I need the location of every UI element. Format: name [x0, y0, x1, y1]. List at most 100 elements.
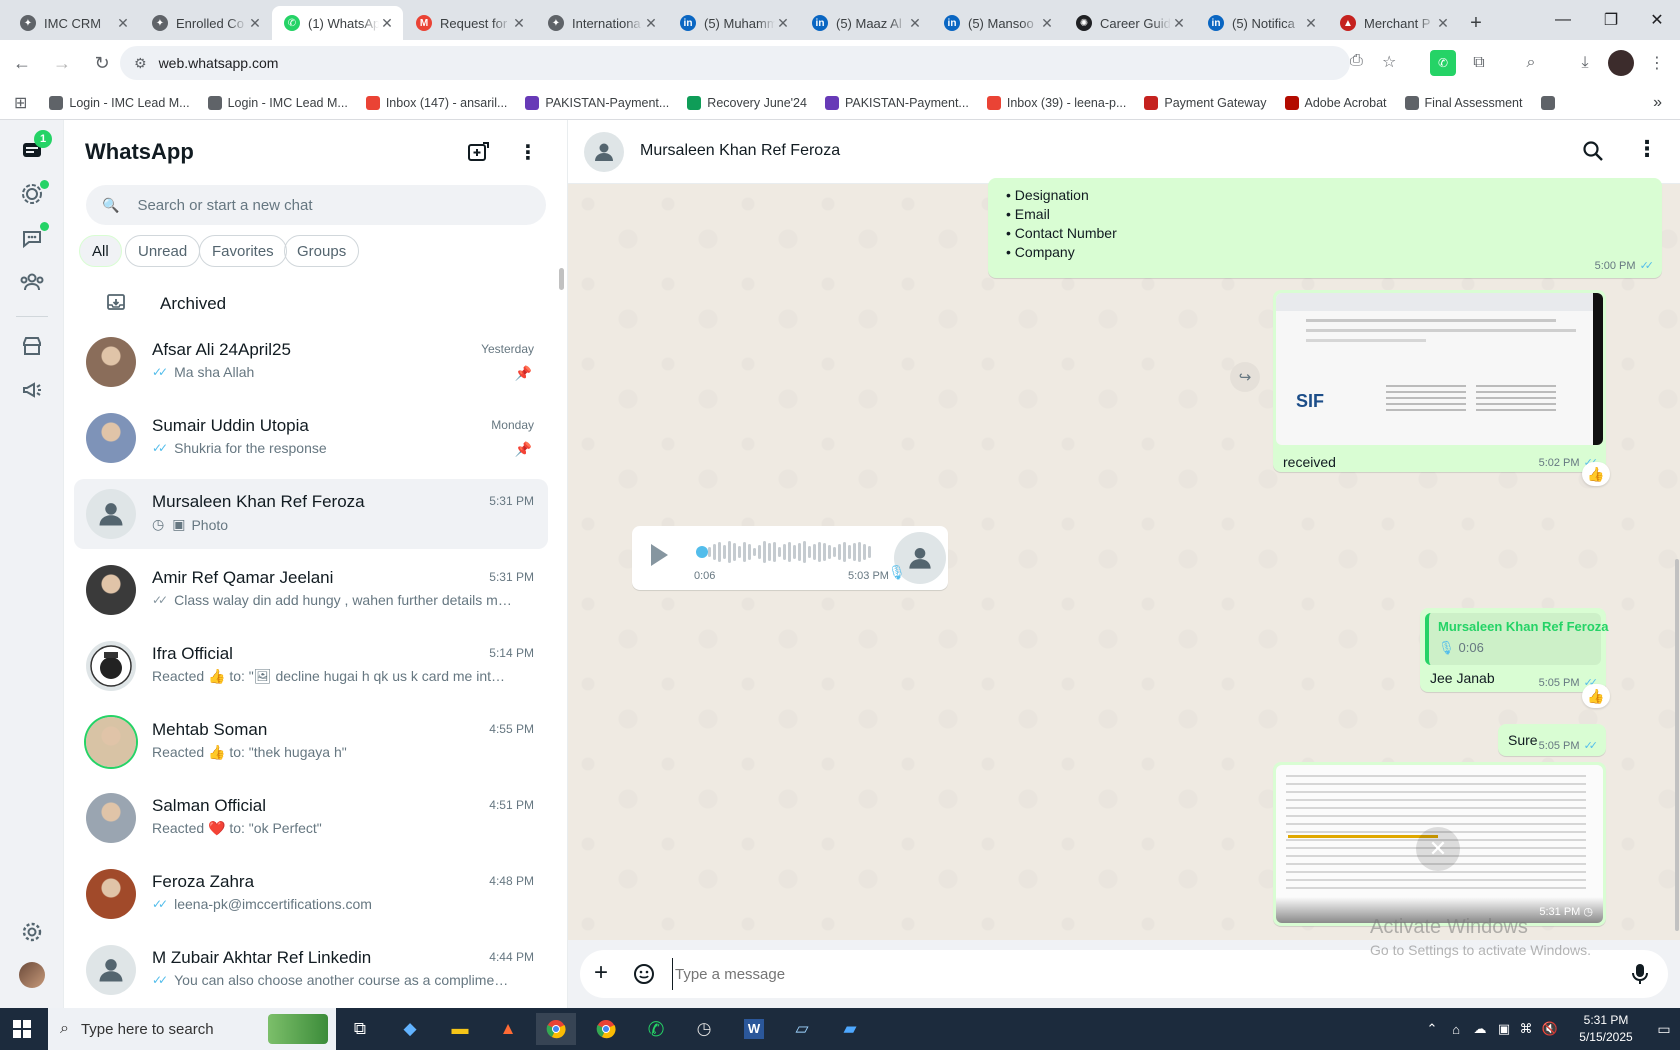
- search-in-chat-icon[interactable]: [1582, 140, 1606, 164]
- close-tab-icon[interactable]: ✕: [1039, 15, 1055, 32]
- copilot-icon[interactable]: ◆: [390, 1013, 430, 1045]
- profile-avatar[interactable]: [1608, 50, 1634, 76]
- business-tools-icon[interactable]: [18, 332, 46, 360]
- sidebar-menu-icon[interactable]: ⋮: [518, 140, 538, 166]
- chat-avatar[interactable]: [86, 565, 136, 615]
- reload-icon[interactable]: ↻: [84, 45, 120, 81]
- browser-tab[interactable]: M Request for ✕: [404, 6, 535, 40]
- file-explorer-icon[interactable]: ▬: [440, 1013, 480, 1045]
- task-view-icon[interactable]: ⧉: [340, 1013, 380, 1045]
- advertise-icon[interactable]: [18, 376, 46, 404]
- conversation-header[interactable]: Mursaleen Khan Ref Feroza ⋮: [568, 120, 1680, 184]
- chat-avatar[interactable]: [86, 413, 136, 463]
- voice-record-icon[interactable]: [1630, 962, 1650, 989]
- chat-list-item[interactable]: Mehtab Soman 4:55 PM Reacted 👍 to: "thek h…: [74, 707, 548, 777]
- chrome-icon-active[interactable]: [536, 1013, 576, 1045]
- minimize-icon[interactable]: —: [1540, 0, 1586, 40]
- bookmark-item[interactable]: Login - IMC Lead M...: [49, 95, 190, 110]
- cancel-upload-icon[interactable]: ✕: [1416, 827, 1460, 871]
- play-icon[interactable]: [648, 542, 672, 570]
- message-bubble-voice[interactable]: 0:06 5:03 PM 🎙: [632, 526, 948, 590]
- message-bubble-image[interactable]: SIF received 5:02 PM✓✓: [1273, 290, 1606, 472]
- bookmark-item[interactable]: Payment Gateway: [1144, 95, 1267, 110]
- bookmark-star-icon[interactable]: ☆: [1382, 52, 1396, 72]
- contact-name[interactable]: Mursaleen Khan Ref Feroza: [640, 142, 840, 160]
- bookmark-item[interactable]: Inbox (147) - ansaril...: [365, 95, 507, 110]
- image-thumbnail[interactable]: ✕ 5:31 PM ◷: [1276, 765, 1603, 923]
- chat-avatar[interactable]: [86, 641, 136, 691]
- reaction-badge[interactable]: 👍: [1582, 462, 1610, 486]
- filter-chip-unread[interactable]: Unread: [125, 235, 201, 267]
- browser-tab[interactable]: in (5) Muhamm ✕: [668, 6, 799, 40]
- browser-menu-icon[interactable]: ⋮: [1644, 50, 1670, 76]
- chat-list-item[interactable]: Salman Official 4:51 PM Reacted ❤️ to: "ok…: [74, 783, 548, 853]
- chat-avatar[interactable]: [86, 489, 136, 539]
- browser-tab[interactable]: ✦ IMC CRM ✕: [8, 6, 139, 40]
- bookmark-item[interactable]: Recovery June'24: [687, 95, 807, 110]
- bookmark-item[interactable]: PAKISTAN-Payment...: [525, 95, 669, 110]
- chat-list-item[interactable]: Mursaleen Khan Ref Feroza 5:31 PM ◷ ▣ Photo: [74, 479, 548, 549]
- close-tab-icon[interactable]: ✕: [1303, 15, 1319, 32]
- quoted-message[interactable]: Mursaleen Khan Ref Feroza 🎙 0:06: [1425, 613, 1609, 665]
- close-tab-icon[interactable]: ✕: [247, 15, 263, 32]
- close-tab-icon[interactable]: ✕: [775, 15, 791, 32]
- restore-icon[interactable]: ❐: [1588, 0, 1634, 40]
- chat-avatar[interactable]: [86, 869, 136, 919]
- filter-chip-favorites[interactable]: Favorites: [199, 235, 287, 267]
- bookmarks-overflow-icon[interactable]: »: [1653, 94, 1662, 112]
- message-bubble-list[interactable]: • Designation • Email • Contact Number • Co…: [988, 178, 1662, 278]
- new-tab-button[interactable]: +: [1460, 6, 1492, 40]
- install-app-icon[interactable]: ⎙: [1350, 52, 1363, 70]
- extensions-puzzle-icon[interactable]: ⧉: [1466, 50, 1492, 76]
- close-tab-icon[interactable]: ✕: [643, 15, 659, 32]
- chat-list-item[interactable]: Amir Ref Qamar Jeelani 5:31 PM ✓✓ Class wal…: [74, 555, 548, 625]
- browser-tab[interactable]: ✦ Internationa ✕: [536, 6, 667, 40]
- windows-start-icon[interactable]: [2, 1013, 42, 1045]
- bookmark-item[interactable]: Adobe Acrobat: [1284, 95, 1387, 110]
- app-icon-clock[interactable]: ◷: [684, 1013, 724, 1045]
- whatsapp-taskbar-icon[interactable]: ✆: [636, 1013, 676, 1045]
- apps-grid-icon[interactable]: ⊞: [14, 93, 27, 113]
- forward-icon[interactable]: →: [44, 45, 80, 81]
- chat-search-input[interactable]: 🔍 Search or start a new chat: [86, 185, 546, 225]
- close-tab-icon[interactable]: ✕: [1171, 15, 1187, 32]
- browser-tab[interactable]: in (5) Maaz Al ✕: [800, 6, 931, 40]
- chat-avatar[interactable]: [86, 717, 136, 767]
- chrome-icon[interactable]: [586, 1013, 626, 1045]
- app-icon-orange[interactable]: ▲: [488, 1013, 528, 1045]
- messages-scrollbar[interactable]: [1675, 559, 1679, 931]
- browser-tab[interactable]: in (5) Mansoo ✕: [932, 6, 1063, 40]
- app-icon-blue[interactable]: ▰: [830, 1013, 870, 1045]
- taskbar-clock[interactable]: 5:31 PM 5/15/2025: [1568, 1012, 1644, 1046]
- whatsapp-extension-icon[interactable]: ✆: [1430, 50, 1456, 76]
- browser-tab[interactable]: ✆ (1) WhatsApp✕: [272, 6, 403, 40]
- taskbar-search-box[interactable]: ⌕ Type here to search: [48, 1008, 336, 1050]
- chat-avatar[interactable]: [86, 337, 136, 387]
- reaction-badge[interactable]: 👍: [1582, 684, 1610, 708]
- close-window-icon[interactable]: ✕: [1634, 0, 1680, 40]
- downloads-icon[interactable]: ⤓: [1572, 50, 1598, 76]
- new-chat-icon[interactable]: [466, 140, 492, 166]
- browser-tab[interactable]: in (5) Notifica ✕: [1196, 6, 1327, 40]
- volume-muted-icon[interactable]: 🔇: [1530, 1013, 1570, 1045]
- bookmark-item[interactable]: Final Assessment: [1404, 95, 1523, 110]
- chat-menu-icon[interactable]: ⋮: [1636, 136, 1658, 162]
- message-bubble-text[interactable]: Sure 5:05 PM ✓✓: [1498, 724, 1606, 756]
- chat-list-scrollbar[interactable]: [559, 268, 564, 290]
- voice-progress-knob[interactable]: [696, 546, 708, 558]
- close-tab-icon[interactable]: ✕: [1435, 15, 1451, 32]
- voice-waveform[interactable]: [708, 540, 878, 564]
- chat-list-item[interactable]: Ifra Official 5:14 PM Reacted 👍 to: "🖼 dec…: [74, 631, 548, 701]
- chat-list-item[interactable]: M Zubair Akhtar Ref Linkedin 4:44 PM ✓✓ You…: [74, 935, 548, 1005]
- browser-tab[interactable]: ✺ Career Guid ✕: [1064, 6, 1195, 40]
- close-tab-icon[interactable]: ✕: [115, 15, 131, 32]
- close-tab-icon[interactable]: ✕: [511, 15, 527, 32]
- forward-icon[interactable]: ↪: [1230, 362, 1260, 392]
- tab-search-icon[interactable]: ⌕: [1518, 50, 1544, 76]
- message-bubble-reply[interactable]: Mursaleen Khan Ref Feroza 🎙 0:06 Jee Jana…: [1420, 608, 1609, 692]
- word-icon[interactable]: W: [734, 1013, 774, 1045]
- chat-avatar[interactable]: [86, 793, 136, 843]
- message-input[interactable]: [672, 958, 1552, 990]
- chat-list-item[interactable]: Sumair Uddin Utopia Monday ✓✓ Shukria for t…: [74, 403, 548, 473]
- site-info-icon[interactable]: ⚙: [134, 55, 147, 72]
